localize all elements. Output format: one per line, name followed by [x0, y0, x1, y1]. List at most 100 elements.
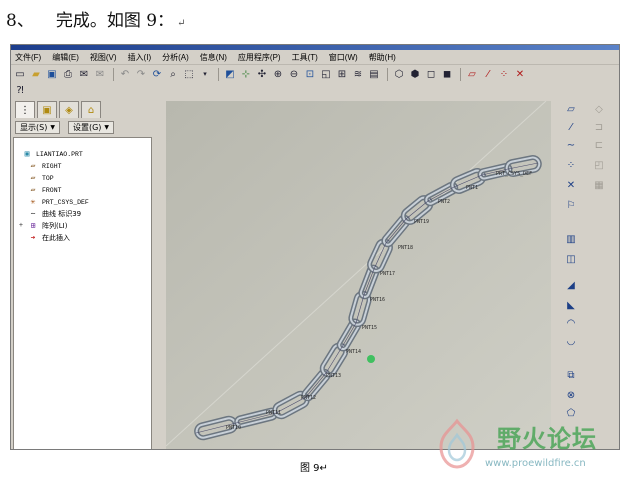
datum-point-display-icon[interactable]: ⁘ [497, 68, 511, 82]
settings-button-label: 设置(G) [72, 123, 102, 132]
menu-window[interactable]: 窗口(W) [329, 52, 358, 63]
csys-display-icon[interactable]: ✕ [513, 68, 527, 82]
show-button[interactable]: 显示(S) ▼ [15, 121, 60, 134]
figure-caption: 图 9↵ [300, 463, 328, 474]
select-dropdown-icon[interactable]: ▾ [198, 68, 212, 82]
merge-tool-icon[interactable]: ⊗ [563, 387, 579, 403]
tree-item[interactable]: ▱ RIGHT [14, 160, 151, 172]
layers-icon[interactable]: ≋ [351, 68, 365, 82]
hidden-line-icon[interactable]: ⬢ [408, 68, 422, 82]
rib-tool-icon[interactable]: ⊏ [591, 137, 607, 153]
datum-axis-tool-icon[interactable]: ⁄ [563, 119, 579, 135]
viewport-background [166, 101, 551, 449]
saved-views-icon[interactable]: ⊞ [335, 68, 349, 82]
refit-icon[interactable]: ⊡ [303, 68, 317, 82]
csys-marker [367, 355, 375, 363]
undo-icon[interactable]: ↶ [118, 68, 132, 82]
shading-icon[interactable]: ◼ [440, 68, 454, 82]
paragraph-mark: ↵ [177, 18, 186, 29]
menu-insert[interactable]: 插入(I) [128, 52, 152, 63]
tree-item[interactable]: ▣ LIANTIAO.PRT [14, 148, 151, 160]
wireframe-icon[interactable]: ⬡ [392, 68, 406, 82]
toolbar-separator [113, 68, 114, 81]
tree-item[interactable]: ✳ PRT_CSYS_DEF [14, 196, 151, 208]
step-text: 完成。如图 9： [55, 11, 175, 31]
tree-item[interactable]: + ⊞ 阵列(LI) [14, 220, 151, 232]
tab-model-tree[interactable]: ⋮ [15, 101, 35, 118]
regenerate-icon[interactable]: ⟳ [150, 68, 164, 82]
menu-edit[interactable]: 编辑(E) [52, 52, 79, 63]
graphics-viewport[interactable]: PNT10 PNT11 PNT12 PNT13 PNT14 PNT15 PNT16 PNT17… [166, 101, 551, 449]
chain-model: PNT10 PNT11 PNT12 PNT13 PNT14 PNT15 PNT16 PNT17… [166, 101, 551, 449]
email-link-icon[interactable]: ✉ [93, 68, 107, 82]
reorient-icon[interactable]: ◱ [319, 68, 333, 82]
menu-tools[interactable]: 工具(T) [292, 52, 318, 63]
extrude-tool-icon[interactable]: ▥ [563, 231, 579, 247]
tree-item-label: LIANTIAO.PRT [36, 150, 83, 158]
tab-folder-browser[interactable]: ▣ [37, 101, 57, 118]
select-box-icon[interactable]: ⬚ [182, 68, 196, 82]
redo-icon[interactable]: ↷ [134, 68, 148, 82]
shell-tool-icon[interactable]: ⊐ [591, 119, 607, 135]
spin-center-icon[interactable]: ⊹ [239, 68, 253, 82]
view-manager-icon[interactable]: ▤ [367, 68, 381, 82]
menu-analysis[interactable]: 分析(A) [162, 52, 189, 63]
tree-item[interactable]: ▱ TOP [14, 172, 151, 184]
datum-plane-icon: ▱ [30, 174, 36, 183]
point-label: PNT17 [380, 271, 395, 277]
pattern-tool-icon[interactable]: ▦ [591, 177, 607, 193]
tab-connections[interactable]: ⌂ [81, 101, 101, 118]
revolve-tool-icon[interactable]: ◫ [563, 251, 579, 267]
menu-help[interactable]: 帮助(H) [369, 52, 396, 63]
analysis-tool-icon[interactable]: ⚐ [563, 197, 579, 213]
menu-info[interactable]: 信息(N) [200, 52, 227, 63]
settings-button[interactable]: 设置(G) ▼ [67, 121, 115, 134]
tree-item[interactable]: ∼ 曲线 标识39 [14, 208, 151, 220]
blend-tool-icon[interactable]: ◣ [563, 297, 579, 313]
datum-plane-tool-icon[interactable]: ▱ [563, 101, 579, 117]
sketch-curve-tool-icon[interactable]: ∼ [563, 137, 579, 153]
zoom-out-icon[interactable]: ⊖ [287, 68, 301, 82]
orient-icon[interactable]: ◩ [223, 68, 237, 82]
round-tool-icon[interactable]: ◡ [563, 333, 579, 349]
tab-favorites[interactable]: ◈ [59, 101, 79, 118]
network-icon[interactable]: ✣ [255, 68, 269, 82]
find-icon[interactable]: ⌕ [166, 68, 180, 82]
sweep-tool-icon[interactable]: ◢ [563, 277, 579, 293]
csys-tool-icon[interactable]: ✕ [563, 177, 579, 193]
expand-icon[interactable]: + [18, 222, 24, 230]
tree-controls: 显示(S) ▼ 设置(G) ▼ [15, 121, 122, 134]
draft-tool-icon[interactable]: ◰ [591, 157, 607, 173]
point-label: PNT13 [326, 373, 341, 379]
watermark: 野火论坛 www.proewildfire.cn [427, 413, 627, 475]
zoom-in-icon[interactable]: ⊕ [271, 68, 285, 82]
datum-axis-display-icon[interactable]: ⁄ [481, 68, 495, 82]
watermark-url: www.proewildfire.cn [485, 458, 586, 469]
new-file-icon[interactable]: ▭ [13, 68, 27, 82]
no-hidden-icon[interactable]: ◻ [424, 68, 438, 82]
datum-plane-display-icon[interactable]: ▱ [465, 68, 479, 82]
mirror-tool-icon[interactable]: ⧉ [563, 367, 579, 383]
proe-window: 文件(F) 编辑(E) 视图(V) 插入(I) 分析(A) 信息(N) 应用程序… [10, 44, 620, 450]
tree-item[interactable]: ➔ 在此插入 [14, 232, 151, 244]
menu-applications[interactable]: 应用程序(P) [238, 52, 281, 63]
save-icon[interactable]: ▣ [45, 68, 59, 82]
email-icon[interactable]: ✉ [77, 68, 91, 82]
datum-point-tool-icon[interactable]: ⁘ [563, 157, 579, 173]
model-tree: ▣ LIANTIAO.PRT ▱ RIGHT ▱ TOP ▱ FRONT ✳ PRT_CSYS_D… [13, 137, 152, 449]
chevron-down-icon: ▼ [50, 124, 55, 131]
tree-item-label: TOP [42, 174, 54, 182]
menu-view[interactable]: 视图(V) [90, 52, 117, 63]
menu-file[interactable]: 文件(F) [15, 52, 41, 63]
sketch-tool-icon[interactable]: ◇ [591, 101, 607, 117]
print-icon[interactable]: ⎙ [61, 68, 75, 82]
context-help-icon[interactable]: ⁈ [13, 84, 27, 98]
tree-item[interactable]: ▱ FRONT [14, 184, 151, 196]
toolbar-separator [387, 68, 388, 81]
point-label: PNT14 [346, 349, 361, 355]
point-label: PNT15 [362, 325, 377, 331]
open-file-icon[interactable]: ▰ [29, 68, 43, 82]
hole-tool-icon[interactable]: ◠ [563, 315, 579, 331]
insert-here-icon: ➔ [30, 234, 36, 243]
datum-plane-icon: ▱ [30, 186, 36, 195]
